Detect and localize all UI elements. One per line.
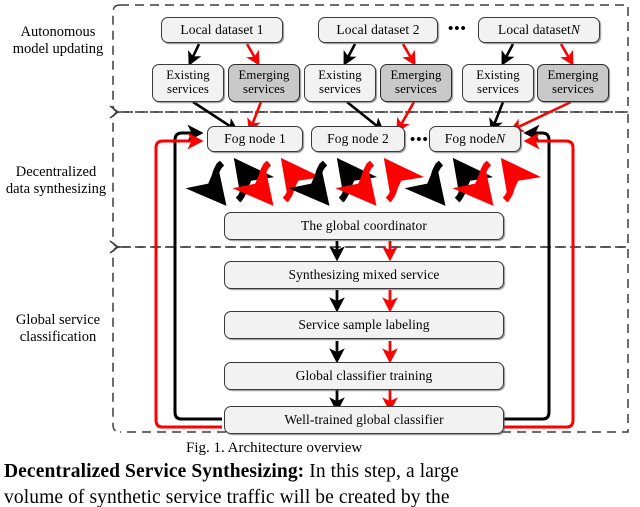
- node-label-line2: services: [166, 82, 209, 96]
- stage-label-line2: classification: [19, 328, 97, 345]
- node-label: Well-trained global classifier: [284, 412, 444, 428]
- stage-label-line1: Global service: [15, 312, 101, 328]
- node-label: Fog node 2: [327, 131, 389, 147]
- node-emerging-services-2[interactable]: Emerging services: [380, 64, 452, 102]
- fog-nodes-ellipsis: •••: [410, 132, 429, 148]
- figure-caption: Fig. 1. Architecture overview: [186, 440, 363, 456]
- feedback-left-black: [173, 124, 222, 421]
- node-label-line1: Existing: [318, 68, 362, 83]
- paragraph-lead-bold: Decentralized Service Synthesizing:: [4, 461, 305, 482]
- stage-label-line1: Autonomous: [20, 24, 96, 40]
- node-fog-node-2[interactable]: Fog node 2: [311, 126, 405, 152]
- node-label: Service sample labeling: [298, 317, 430, 333]
- node-label-line1: Existing: [476, 68, 520, 83]
- arrow-datasetn-to-existing: [501, 43, 515, 66]
- node-label: Local dataset: [498, 22, 571, 38]
- datasets-ellipsis: •••: [448, 21, 467, 37]
- stage-label-decentralized-data-synthesizing: Decentralized data synthesizing: [0, 164, 112, 198]
- node-label-line1: Emerging: [547, 68, 599, 83]
- arrow-emergingn-to-fognoden: [509, 100, 572, 132]
- arrow-dataset1-to-existing: [188, 43, 202, 66]
- node-label-index: N: [570, 22, 580, 38]
- node-label-line1: Existing: [166, 68, 210, 83]
- node-existing-services-1[interactable]: Existing services: [152, 64, 224, 102]
- cycle-arrows-fognoden-red: [452, 157, 542, 206]
- cycle-arrows-fognode2-black: [288, 157, 378, 206]
- node-existing-services-2[interactable]: Existing services: [304, 64, 376, 102]
- paragraph-line-2: volume of synthetic service traffic will…: [4, 487, 450, 507]
- node-label: Synthesizing mixed service: [288, 267, 440, 283]
- node-global-classifier-training[interactable]: Global classifier training: [224, 362, 504, 390]
- node-label-line2: services: [394, 82, 437, 96]
- node-label-line2: services: [551, 82, 594, 96]
- node-service-sample-labeling[interactable]: Service sample labeling: [224, 311, 504, 339]
- node-label: Fog node: [444, 131, 497, 147]
- cycle-arrows-fognoden-black: [404, 157, 494, 206]
- node-the-global-coordinator[interactable]: The global coordinator: [224, 212, 504, 240]
- node-label: Global classifier training: [295, 368, 433, 384]
- stage-label-autonomous-model-updating: Autonomous model updating: [6, 24, 110, 58]
- arrow-dataset1-to-emerging: [245, 43, 260, 66]
- node-label: Local dataset 2: [336, 22, 420, 38]
- cycle-arrows-fognode1-red: [232, 157, 322, 206]
- node-label: Fog node 1: [224, 131, 286, 147]
- stage-label-line1: Decentralized: [15, 164, 97, 180]
- paragraph-line-1: Decentralized Service Synthesizing: In t…: [4, 461, 459, 483]
- node-label-index: N: [496, 131, 506, 147]
- node-fog-node-1[interactable]: Fog node 1: [207, 126, 303, 152]
- stage-label-global-service-classification: Global service classification: [4, 312, 112, 346]
- node-local-dataset-n[interactable]: Local dataset N: [478, 17, 600, 43]
- node-existing-services-n[interactable]: Existing services: [462, 64, 534, 102]
- node-emerging-services-n[interactable]: Emerging services: [537, 64, 609, 102]
- feedback-right-red: [504, 132, 575, 429]
- node-label-line2: services: [476, 82, 519, 96]
- node-well-trained-global-classifier[interactable]: Well-trained global classifier: [224, 406, 504, 434]
- arrow-dataset2-to-emerging: [401, 43, 416, 66]
- stage-label-line2: data synthesizing: [5, 180, 107, 197]
- node-label-line2: services: [242, 82, 285, 96]
- cycle-arrows-fognode1-black: [185, 157, 275, 206]
- paragraph-line-1-rest: In this step, a large: [304, 461, 459, 482]
- feedback-right-black: [504, 124, 551, 421]
- node-synthesizing-mixed-service[interactable]: Synthesizing mixed service: [224, 261, 504, 289]
- node-emerging-services-1[interactable]: Emerging services: [228, 64, 300, 102]
- node-fog-node-n[interactable]: Fog node N: [429, 126, 521, 152]
- node-label: The global coordinator: [301, 218, 427, 234]
- cycle-arrows-fognode2-red: [335, 157, 425, 206]
- node-label-line2: services: [318, 82, 361, 96]
- arrow-datasetn-to-emerging: [559, 43, 574, 66]
- node-label: Local dataset 1: [180, 22, 264, 38]
- node-local-dataset-2[interactable]: Local dataset 2: [318, 17, 438, 43]
- figure-architecture-overview: Autonomous model updating Decentralized …: [0, 0, 640, 507]
- node-local-dataset-1[interactable]: Local dataset 1: [161, 17, 283, 43]
- arrow-dataset2-to-existing: [343, 43, 357, 66]
- node-label-line1: Emerging: [390, 68, 442, 83]
- feedback-left-red: [154, 132, 222, 429]
- node-label-line1: Emerging: [238, 68, 290, 83]
- stage-label-line2: model updating: [12, 40, 104, 57]
